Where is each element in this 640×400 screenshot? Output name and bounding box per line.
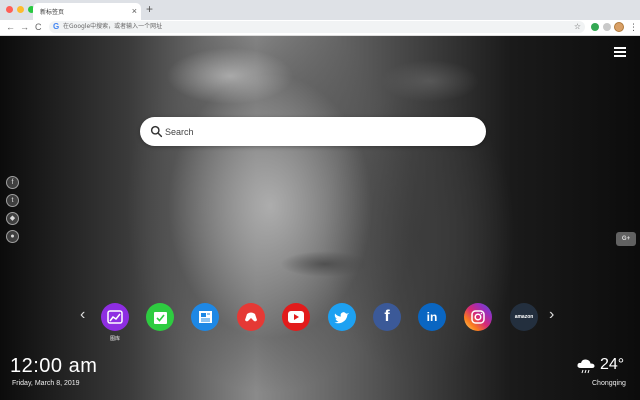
reload-icon[interactable]: C bbox=[35, 21, 42, 34]
profile-avatar[interactable] bbox=[614, 22, 624, 32]
tab-strip: 新标签页 × + bbox=[0, 0, 640, 20]
shortcut-gallery[interactable]: 图库 bbox=[101, 303, 129, 342]
clock-time: 12:00 am bbox=[10, 355, 98, 377]
shortcut-amazon[interactable]: amazon bbox=[510, 303, 538, 331]
instagram-icon bbox=[464, 303, 492, 331]
back-arrow-icon[interactable]: ← bbox=[6, 21, 15, 34]
cloud-rain-icon bbox=[577, 359, 595, 374]
forward-arrow-icon[interactable]: → bbox=[20, 21, 29, 34]
extension-icon[interactable] bbox=[603, 23, 611, 31]
photo-icon bbox=[101, 303, 129, 331]
clock-date: Friday, March 8, 2019 bbox=[12, 380, 80, 387]
google-plus-icon[interactable]: G+ bbox=[616, 232, 636, 246]
chevron-right-icon[interactable]: › bbox=[549, 306, 554, 324]
game-icon bbox=[237, 303, 265, 331]
address-bar[interactable]: G 在Google中搜索，或者输入一个网址 ☆ bbox=[49, 21, 585, 33]
active-tab[interactable]: 新标签页 × bbox=[33, 3, 141, 20]
close-window-button[interactable] bbox=[6, 6, 13, 13]
twitter-icon[interactable]: t bbox=[6, 194, 19, 207]
weather-temperature: 24° bbox=[600, 356, 625, 373]
amazon-icon: amazon bbox=[514, 314, 534, 320]
facebook-icon: f bbox=[384, 308, 390, 325]
linkedin-icon: in bbox=[426, 310, 438, 324]
youtube-icon bbox=[282, 303, 310, 331]
news-icon bbox=[191, 303, 219, 331]
address-placeholder: 在Google中搜索，或者输入一个网址 bbox=[63, 23, 163, 30]
shortcut-games[interactable] bbox=[237, 303, 265, 331]
shortcut-twitter[interactable] bbox=[328, 303, 356, 331]
window-controls bbox=[6, 6, 35, 13]
minimize-window-button[interactable] bbox=[17, 6, 24, 13]
shortcut-label: 图库 bbox=[109, 336, 120, 342]
bookmark-star-icon[interactable]: ☆ bbox=[574, 21, 581, 33]
calendar-check-icon bbox=[146, 303, 174, 331]
new-tab-page: f t ◆ ● G+ ‹ 图库 f bbox=[0, 36, 640, 400]
tab-title: 新标签页 bbox=[40, 9, 65, 16]
ghost-icon[interactable]: ◆ bbox=[6, 212, 19, 225]
wallpaper-detail bbox=[280, 251, 370, 277]
extension-icon[interactable] bbox=[591, 23, 599, 31]
shortcut-linkedin[interactable]: in bbox=[418, 303, 446, 331]
weather-city: Chongqing bbox=[592, 380, 626, 387]
new-tab-button[interactable]: + bbox=[146, 2, 153, 16]
shortcut-youtube[interactable] bbox=[282, 303, 310, 331]
hamburger-menu-icon[interactable] bbox=[614, 47, 626, 59]
google-icon: G bbox=[53, 22, 60, 31]
shortcut-instagram[interactable] bbox=[464, 303, 492, 331]
browser-menu-icon[interactable]: ⋮ bbox=[629, 20, 638, 34]
shortcut-calendar[interactable] bbox=[146, 303, 174, 331]
search-box[interactable] bbox=[140, 117, 486, 146]
tab-close-icon[interactable]: × bbox=[132, 5, 137, 17]
browser-toolbar: ← → C G 在Google中搜索，或者输入一个网址 ☆ ⋮ bbox=[0, 20, 640, 36]
twitter-icon bbox=[328, 303, 356, 331]
facebook-icon[interactable]: f bbox=[6, 176, 19, 189]
search-input[interactable] bbox=[165, 117, 465, 146]
search-icon bbox=[150, 125, 163, 138]
shortcut-news[interactable] bbox=[191, 303, 219, 331]
wechat-icon[interactable]: ● bbox=[6, 230, 19, 243]
shortcut-facebook[interactable]: f bbox=[373, 303, 401, 331]
chevron-left-icon[interactable]: ‹ bbox=[80, 306, 85, 324]
